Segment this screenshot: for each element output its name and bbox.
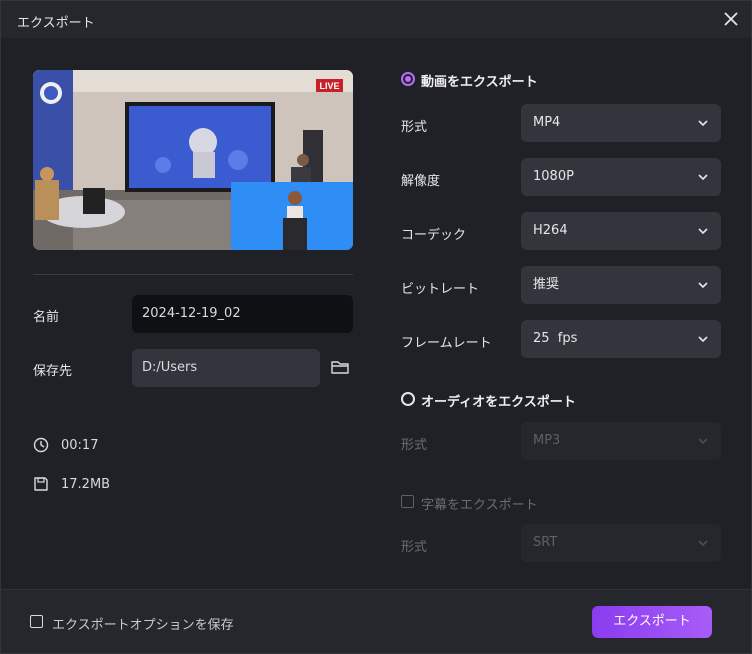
bitrate-label: ビットレート [401, 282, 480, 297]
live-badge: LIVE [319, 81, 339, 91]
save-options-checkbox[interactable] [30, 615, 43, 628]
file-size-text: 17.2MB [61, 477, 111, 492]
duration-text: 00:17 [61, 438, 99, 453]
video-preview: LIVE [33, 70, 353, 250]
codec-select[interactable]: H264 [521, 212, 721, 250]
save-disk-icon [34, 477, 48, 491]
video-export-radio[interactable] [401, 72, 415, 86]
chevron-down-icon [698, 174, 708, 181]
chevron-down-icon [698, 540, 708, 547]
audio-format-label: 形式 [401, 438, 428, 453]
chevron-down-icon [698, 438, 708, 445]
subtitle-format-value: SRT [533, 535, 558, 550]
format-label: 形式 [401, 120, 428, 135]
dialog-title: エクスポート [17, 16, 95, 31]
name-label: 名前 [33, 310, 60, 325]
resolution-label: 解像度 [401, 174, 441, 189]
codec-label: コーデック [401, 228, 467, 243]
codec-value: H264 [533, 223, 568, 238]
export-button[interactable]: エクスポート [592, 606, 712, 638]
subtitle-export-checkbox [401, 495, 414, 508]
name-input[interactable]: 2024-12-19_02 [132, 295, 353, 333]
save-location-input[interactable]: D:/Users [132, 349, 320, 387]
bitrate-select[interactable]: 推奨 [521, 266, 721, 304]
subtitle-format-select: SRT [521, 524, 721, 562]
chevron-down-icon [698, 228, 708, 235]
chevron-down-icon [698, 336, 708, 343]
save-options-label[interactable]: エクスポートオプションを保存 [52, 614, 234, 633]
subtitle-export-title: 字幕をエクスポート [421, 498, 538, 513]
resolution-select[interactable]: 1080P [521, 158, 721, 196]
clock-icon [33, 437, 49, 453]
chevron-down-icon [698, 120, 708, 127]
folder-icon[interactable] [331, 359, 349, 375]
title-bar: エクスポート [1, 1, 751, 38]
divider [33, 274, 353, 275]
format-value: MP4 [533, 115, 561, 130]
audio-format-value: MP3 [533, 433, 561, 448]
audio-export-title: オーディオをエクスポート [421, 395, 576, 410]
save-location-label: 保存先 [33, 364, 73, 379]
resolution-value: 1080P [533, 169, 574, 184]
subtitle-format-label: 形式 [401, 540, 428, 555]
audio-export-radio[interactable] [401, 392, 415, 406]
framerate-select[interactable]: 25 fps [521, 320, 721, 358]
format-select[interactable]: MP4 [521, 104, 721, 142]
close-icon[interactable] [719, 7, 743, 31]
export-dialog: エクスポート LIVE 名前 2024-12-19_02 保存先 D:/User… [0, 0, 752, 654]
video-export-title: 動画をエクスポート [421, 75, 538, 90]
framerate-value: 25 fps [533, 331, 578, 346]
framerate-label: フレームレート [401, 336, 492, 351]
audio-format-select: MP3 [521, 422, 721, 460]
bitrate-value: 推奨 [533, 277, 560, 292]
preview-image: LIVE [33, 70, 353, 250]
chevron-down-icon [698, 282, 708, 289]
